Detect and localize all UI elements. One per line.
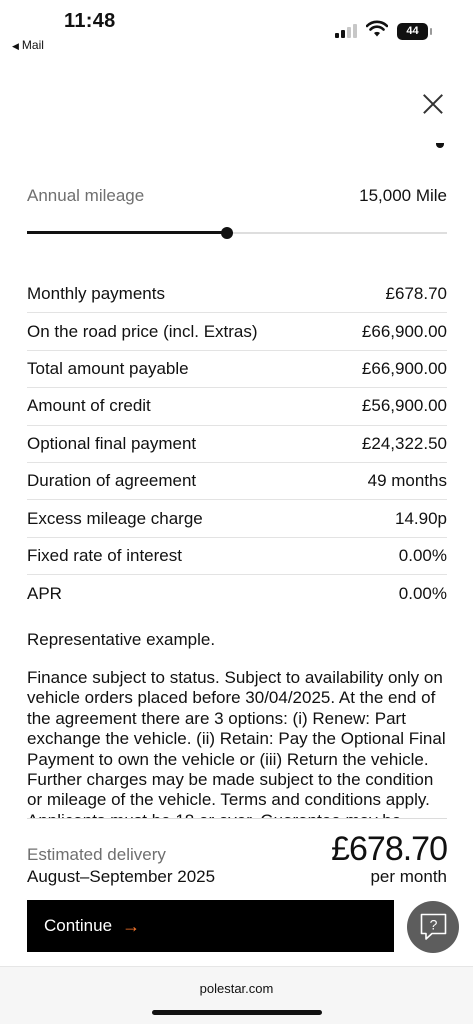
detail-row: On the road price (incl. Extras) £66,900.…	[27, 313, 447, 351]
finance-terms-text: Finance subject to status. Subject to av…	[27, 668, 446, 818]
detail-label: Amount of credit	[27, 396, 151, 416]
detail-label: Optional final payment	[27, 433, 197, 453]
summary-divider	[27, 818, 447, 819]
detail-row: Monthly payments £678.70	[27, 276, 447, 314]
battery-icon: 44	[397, 23, 432, 40]
status-bar: 11:48 ◀ Mail 44	[0, 0, 473, 60]
detail-value: £66,900.00	[361, 321, 447, 341]
monthly-price: £678.70	[331, 830, 448, 868]
detail-row: Optional final payment £24,322.50	[27, 426, 447, 463]
browser-bottom-bar: polestar.com	[0, 966, 473, 1024]
representative-example-heading: Representative example.	[27, 630, 216, 649]
detail-label: Fixed rate of interest	[27, 545, 182, 565]
url-label[interactable]: polestar.com	[0, 981, 473, 996]
detail-label: On the road price (incl. Extras)	[27, 321, 258, 341]
back-triangle-icon: ◀	[12, 41, 19, 51]
estimated-delivery-value: August–September 2025	[27, 867, 216, 886]
detail-row: Excess mileage charge 14.90p	[27, 500, 447, 538]
detail-value: £66,900.00	[361, 358, 447, 378]
annual-mileage-label: Annual mileage	[27, 186, 145, 205]
wifi-icon	[366, 20, 388, 37]
slider-fill	[27, 231, 227, 234]
detail-row: APR 0.00%	[27, 575, 447, 612]
annual-mileage-slider[interactable]	[27, 225, 447, 241]
detail-label: Duration of agreement	[27, 471, 197, 491]
detail-value: £678.70	[385, 284, 447, 304]
home-indicator	[152, 1010, 322, 1015]
detail-value: 0.00%	[398, 545, 447, 565]
annual-mileage-value: 15,000 Mile	[359, 186, 447, 205]
help-chat-button[interactable]: ?	[407, 901, 459, 953]
chat-question-icon: ?	[420, 913, 447, 940]
svg-text:?: ?	[430, 917, 438, 933]
finance-details-list: Monthly payments £678.70 On the road price…	[27, 276, 447, 613]
detail-label: Excess mileage charge	[27, 508, 203, 528]
detail-row: Amount of credit £56,900.00	[27, 388, 447, 426]
cellular-signal-icon	[335, 23, 361, 38]
detail-row: Duration of agreement 49 months	[27, 463, 447, 501]
continue-label: Continue	[44, 916, 113, 935]
continue-button[interactable]: Continue →	[27, 900, 394, 952]
slider-thumb[interactable]	[220, 227, 233, 239]
detail-label: Monthly payments	[27, 284, 165, 304]
detail-value: 49 months	[367, 471, 447, 491]
detail-value: £24,322.50	[361, 433, 447, 453]
detail-row: Fixed rate of interest 0.00%	[27, 538, 447, 576]
arrow-right-icon: →	[122, 915, 141, 936]
back-app-label: Mail	[21, 38, 44, 52]
detail-label: APR	[27, 583, 62, 603]
detail-row: Total amount payable £66,900.00	[27, 351, 447, 389]
close-icon[interactable]	[418, 90, 448, 120]
estimated-delivery-label: Estimated delivery	[27, 845, 166, 864]
detail-label: Total amount payable	[27, 358, 189, 378]
detail-value: 0.00%	[398, 583, 447, 603]
scroll-indicator	[436, 143, 444, 148]
back-to-mail-link[interactable]: ◀ Mail	[12, 38, 44, 52]
detail-value: £56,900.00	[361, 396, 447, 416]
status-time: 11:48	[64, 10, 116, 32]
detail-value: 14.90p	[395, 508, 447, 528]
per-month-label: per month	[370, 867, 447, 886]
annual-mileage-row: Annual mileage 15,000 Mile	[27, 186, 447, 210]
